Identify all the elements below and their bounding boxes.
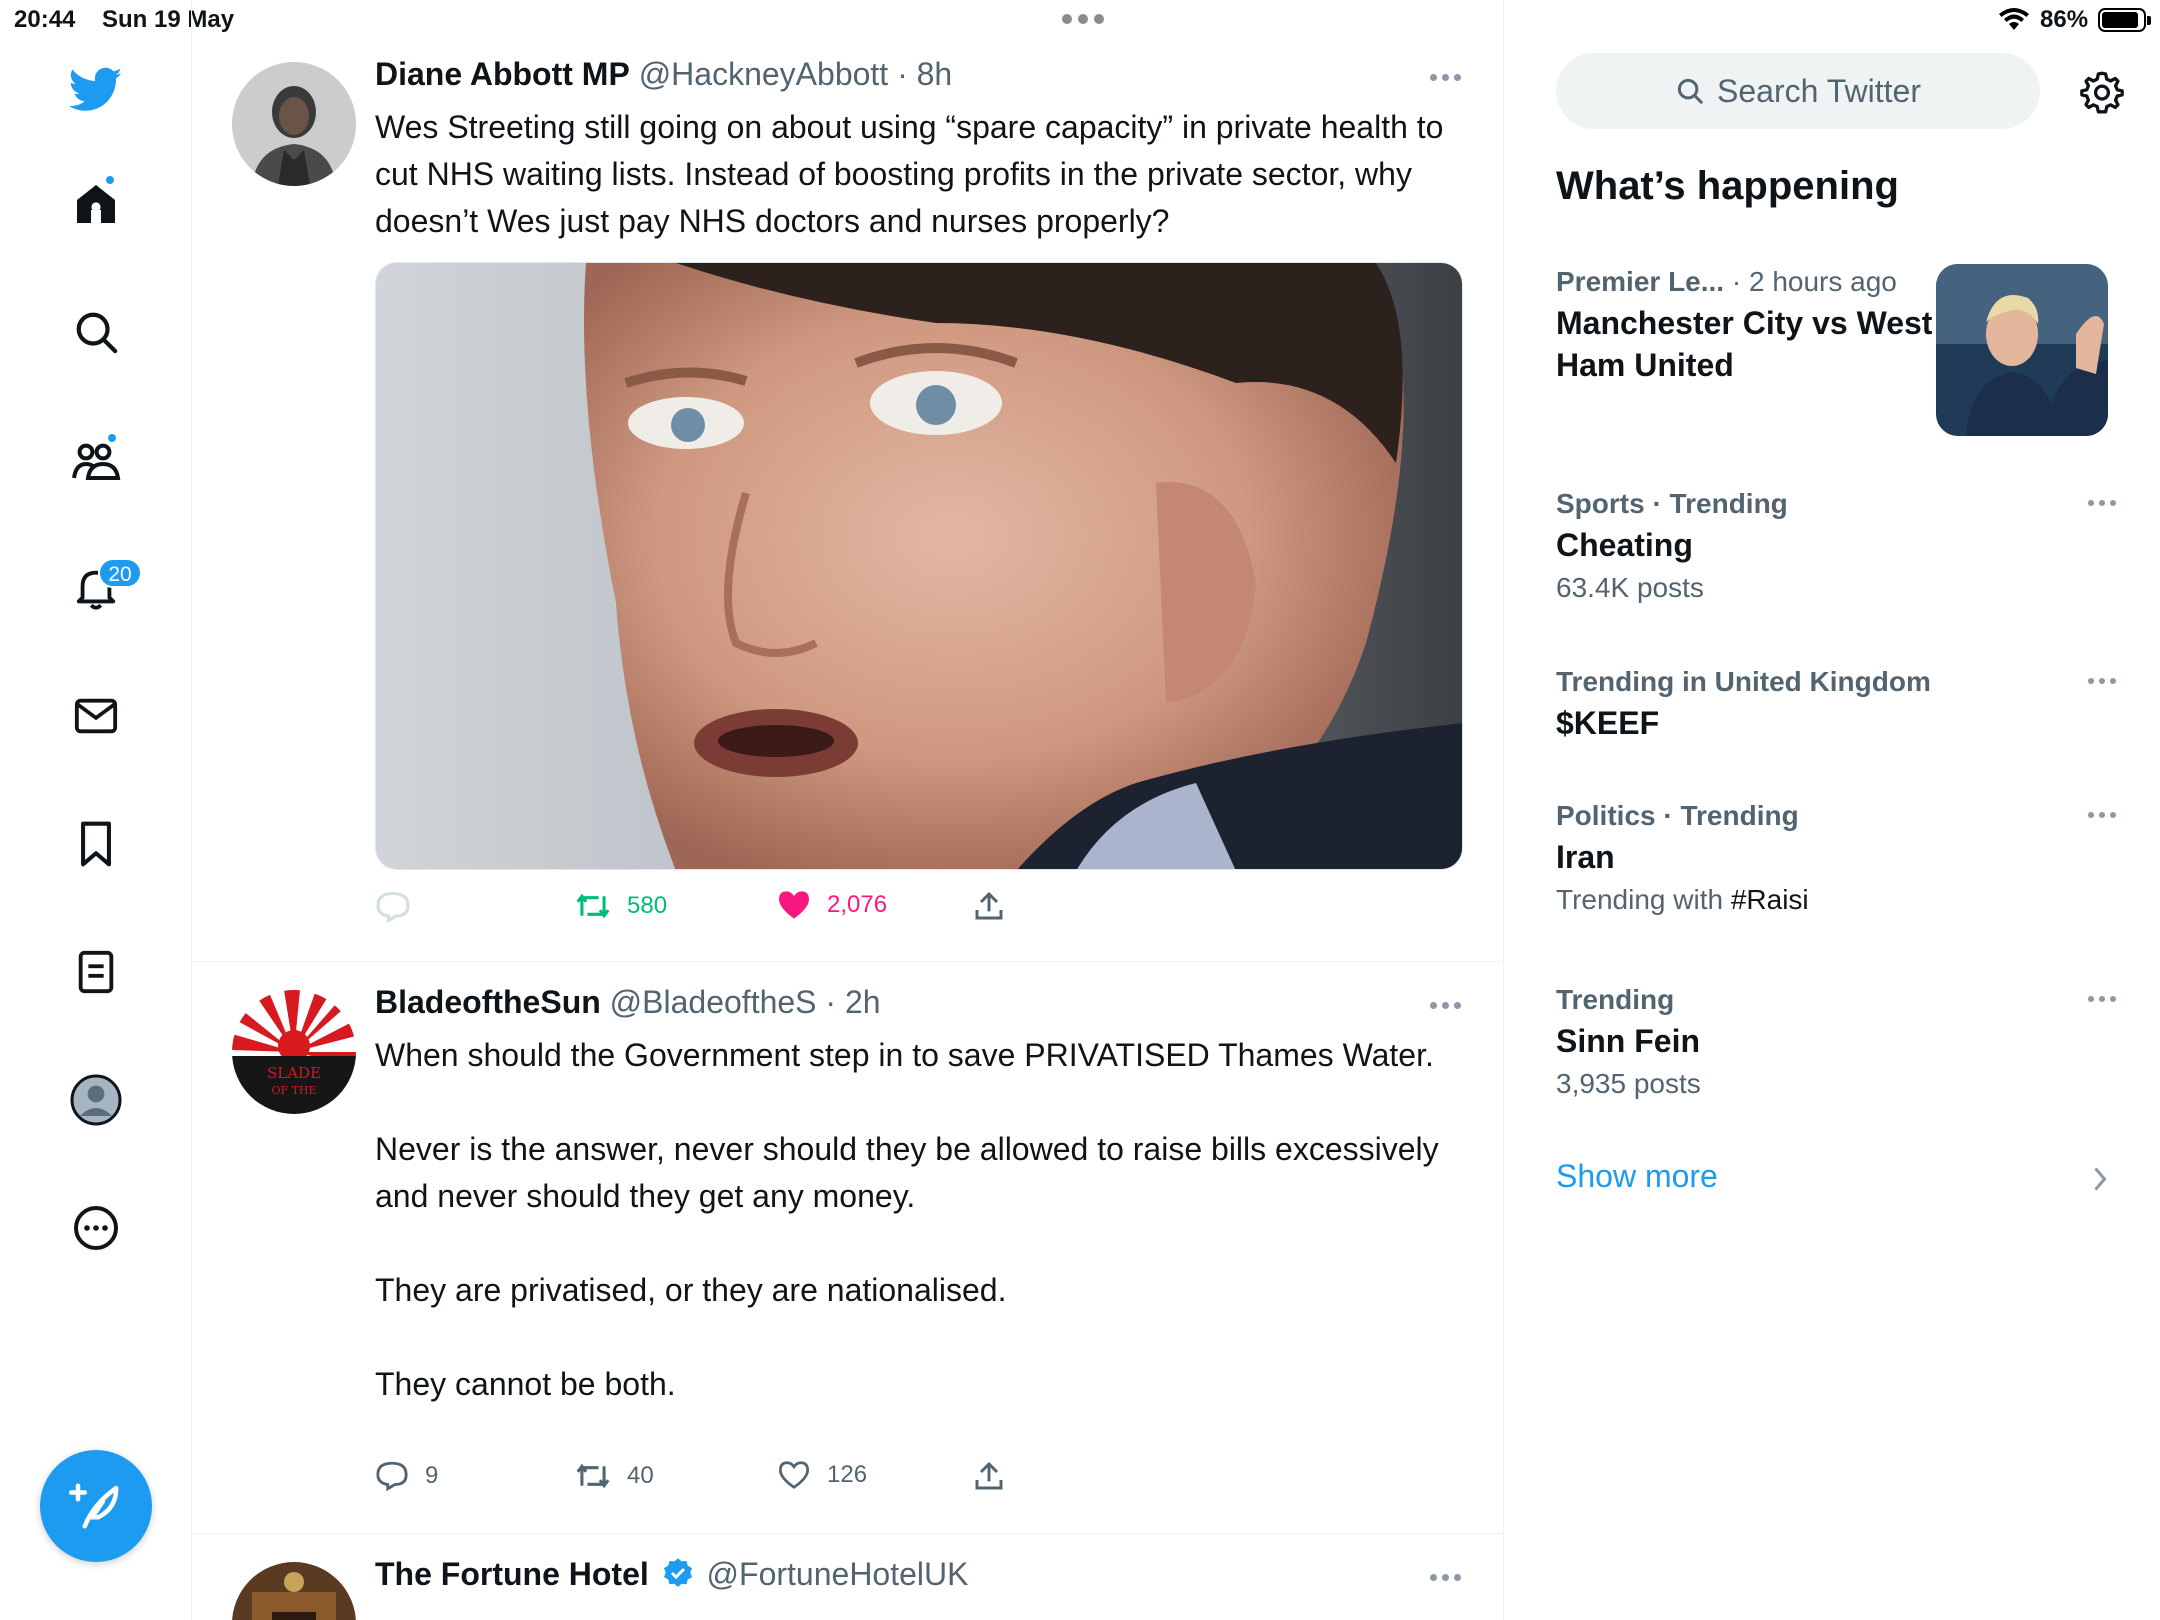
twitter-bird-icon[interactable] [66, 60, 126, 120]
trend-meta: Premier Le... · 2 hours ago [1556, 262, 1976, 302]
retweet-count: 580 [627, 892, 668, 919]
verified-badge-icon [663, 1558, 692, 1587]
author-handle[interactable]: @FortuneHotelUK [707, 1556, 969, 1592]
communities-dot [106, 432, 118, 444]
notifications-count-badge: 20 [98, 558, 142, 588]
trend-title: Iran [1556, 839, 1615, 875]
share-icon [975, 891, 1003, 920]
trend-item[interactable]: Sports · Trending Cheating 63.4K posts [1556, 484, 2116, 610]
gear-icon[interactable] [2072, 62, 2132, 122]
like-button[interactable]: 2,076 [777, 890, 887, 920]
tweet-time[interactable]: · 8h [897, 56, 952, 92]
list-icon[interactable] [66, 942, 126, 1002]
retweet-icon [576, 893, 610, 919]
trend-thumbnail[interactable] [1936, 264, 2108, 436]
more-icon[interactable] [66, 1198, 126, 1258]
whats-happening-title: What’s happening [1556, 164, 1899, 208]
trend-item[interactable]: Trending Sinn Fein 3,935 posts [1556, 980, 2116, 1106]
svg-text:OF THE: OF THE [271, 1084, 316, 1097]
heart-icon [778, 1461, 810, 1489]
author-name[interactable]: BladeoftheSun [375, 984, 601, 1020]
reply-icon [376, 1461, 408, 1492]
show-more-link[interactable]: Show more [1556, 1158, 1718, 1195]
trend-more-icon[interactable] [2088, 996, 2116, 1002]
trend-more-icon[interactable] [2088, 812, 2116, 818]
tweet-time[interactable]: · 2h [825, 984, 880, 1020]
author-handle[interactable]: @HackneyAbbott [639, 56, 889, 92]
trend-item[interactable]: Trending in United Kingdom $KEEF [1556, 662, 2116, 744]
reply-count: 9 [425, 1462, 439, 1489]
share-button[interactable] [973, 1460, 1005, 1492]
heart-filled-icon [779, 891, 809, 919]
search-input[interactable]: Search Twitter [1556, 53, 2040, 129]
trend-time: · 2 hours ago [1731, 266, 1897, 297]
trend-category: Trending in United Kingdom [1556, 666, 1931, 697]
tweet-actions: 9 40 126 [375, 1460, 1275, 1500]
reply-button[interactable]: 9 [375, 1460, 438, 1492]
trend-more-icon[interactable] [2088, 500, 2116, 506]
trend-subtitle: Trending with #Raisi [1556, 878, 2116, 922]
tweet-more-icon[interactable] [1430, 1574, 1461, 1581]
trend-title: $KEEF [1556, 705, 1660, 741]
tweet-card[interactable]: The Fortune Hotel @FortuneHotelUK [192, 1534, 1503, 1620]
profile-icon[interactable] [66, 1070, 126, 1130]
trend-item[interactable]: Premier Le... · 2 hours ago Manchester C… [1556, 262, 1976, 386]
trend-title: Sinn Fein [1556, 1023, 1700, 1059]
like-button[interactable]: 126 [777, 1460, 867, 1490]
trend-title: Manchester City vs West Ham United [1556, 305, 1933, 383]
like-count: 2,076 [827, 891, 888, 918]
tweet-header: Diane Abbott MP @HackneyAbbott · 8h [375, 56, 952, 93]
mail-icon[interactable] [66, 686, 126, 746]
search-icon[interactable] [66, 302, 126, 362]
svg-text:SLADE: SLADE [267, 1064, 321, 1082]
trend-item[interactable]: Politics · Trending Iran Trending with #… [1556, 796, 2116, 922]
avatar[interactable] [232, 1562, 356, 1620]
reply-button[interactable] [375, 890, 411, 924]
author-name[interactable]: The Fortune Hotel [375, 1556, 649, 1592]
tweet-header: BladeoftheSun @BladeoftheS · 2h [375, 984, 881, 1021]
home-icon[interactable] [66, 174, 126, 234]
retweet-button[interactable]: 580 [575, 890, 667, 922]
search-placeholder: Search Twitter [1717, 72, 1921, 109]
trend-category: Premier Le... [1556, 266, 1725, 297]
tweet-card[interactable]: SLADE OF THE BladeoftheSun @BladeoftheS … [192, 962, 1503, 1534]
avatar[interactable] [232, 62, 356, 186]
timeline-feed[interactable]: Diane Abbott MP @HackneyAbbott · 8h Wes … [192, 0, 1504, 1620]
tweet-header: The Fortune Hotel @FortuneHotelUK [375, 1556, 968, 1593]
retweet-icon [576, 1463, 610, 1489]
share-button[interactable] [973, 890, 1005, 922]
retweet-count: 40 [627, 1462, 654, 1489]
tweet-more-icon[interactable] [1430, 74, 1461, 81]
people-icon[interactable] [66, 430, 126, 490]
author-handle[interactable]: @BladeoftheS [610, 984, 817, 1020]
retweet-button[interactable]: 40 [575, 1460, 654, 1492]
trend-post-count: 3,935 posts [1556, 1068, 1701, 1099]
author-name[interactable]: Diane Abbott MP [375, 56, 630, 92]
share-icon [975, 1461, 1003, 1490]
trend-category: Politics · Trending [1556, 800, 1799, 831]
left-nav-rail: 20 [0, 0, 192, 1620]
tweet-photo[interactable] [375, 262, 1463, 870]
trend-hashtag[interactable]: #Raisi [1731, 884, 1809, 915]
chevron-right-icon[interactable] [2090, 1164, 2110, 1194]
trend-title: Cheating [1556, 527, 1693, 563]
trend-more-icon[interactable] [2088, 678, 2116, 684]
bookmark-icon[interactable] [66, 814, 126, 874]
trend-category: Sports · Trending [1556, 488, 1788, 519]
trend-sub-prefix: Trending with [1556, 884, 1731, 915]
search-icon [1677, 78, 1703, 104]
tweet-more-icon[interactable] [1430, 1002, 1461, 1009]
trend-post-count: 63.4K posts [1556, 572, 1704, 603]
right-sidebar: Search Twitter What’s happening Premier … [1504, 0, 2160, 1620]
avatar[interactable]: SLADE OF THE [232, 990, 356, 1114]
tweet-card[interactable]: Diane Abbott MP @HackneyAbbott · 8h Wes … [192, 0, 1503, 962]
new-posts-dot [104, 174, 116, 186]
tweet-actions: 580 2,076 [375, 890, 1275, 930]
like-count: 126 [827, 1461, 868, 1488]
compose-tweet-button[interactable] [40, 1450, 152, 1562]
tweet-text: Wes Streeting still going on about using… [375, 109, 1444, 239]
trend-category: Trending [1556, 984, 1675, 1015]
tweet-text: When should the Government step in to sa… [375, 1037, 1439, 1402]
